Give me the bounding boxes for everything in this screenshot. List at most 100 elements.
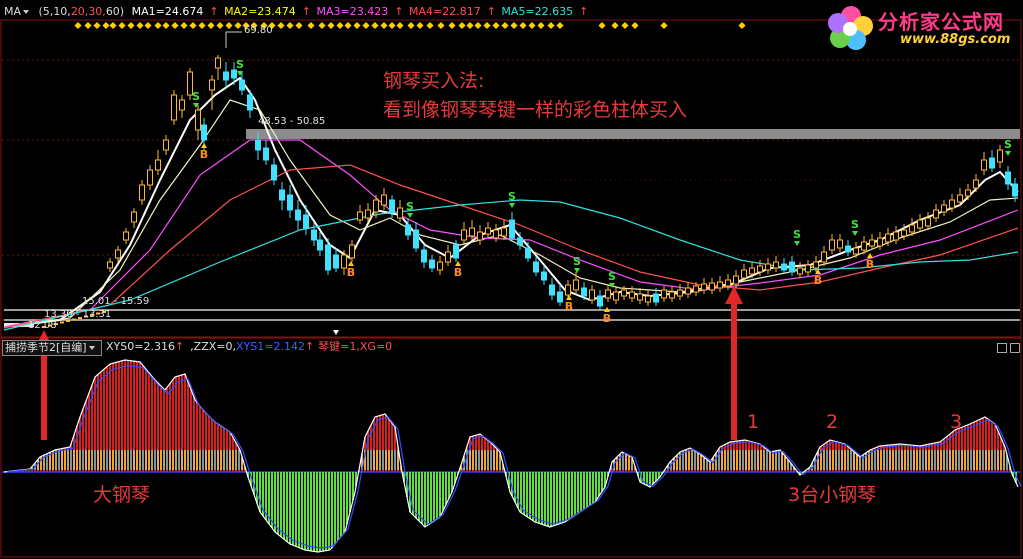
candle-body	[421, 249, 427, 263]
chevron-down-icon[interactable]	[88, 345, 95, 350]
candle-body	[311, 229, 317, 241]
candle-body	[445, 251, 451, 263]
candle-body	[541, 271, 547, 281]
candle-body	[1005, 171, 1011, 185]
candle-body	[341, 254, 347, 269]
buy-signal: B	[347, 266, 355, 279]
candle-body	[397, 207, 403, 219]
main-indicator-header: MA (5,10,20,30,60) MA1=24.674 ↑ MA2=23.47…	[4, 4, 594, 20]
signal-diamond	[74, 21, 82, 30]
arrow-small-piano	[731, 300, 737, 440]
signal-diamond	[547, 21, 555, 30]
candle-body	[877, 237, 883, 247]
chart-canvas[interactable]: S S S S S S S S S B B B B B B B	[0, 0, 1023, 559]
candle-body	[813, 261, 819, 269]
chevron-down-icon[interactable]	[23, 9, 30, 14]
signal-diamond	[426, 21, 434, 30]
candle-body	[405, 224, 411, 236]
candle-body	[147, 169, 153, 186]
signal-diamond	[225, 21, 233, 30]
signal-diamond	[189, 21, 197, 30]
sub-indicator-selector[interactable]: 捕捞季节2[自编]	[2, 340, 102, 356]
candle-body	[179, 99, 185, 111]
candle-body	[749, 267, 755, 275]
signal-diamond	[458, 21, 466, 30]
high-marker	[225, 31, 242, 48]
candle-body	[805, 264, 811, 273]
signal-diamond	[501, 21, 509, 30]
candle-body	[209, 79, 215, 91]
signal-diamond	[407, 21, 415, 30]
candle-body	[223, 71, 229, 81]
signal-diamond	[318, 21, 326, 30]
candle-body	[933, 209, 939, 219]
signal-diamond	[598, 21, 606, 30]
candle-body	[525, 247, 531, 259]
buy-arrow-icon	[348, 261, 354, 266]
candle-body	[693, 285, 699, 293]
signal-diamond	[84, 21, 92, 30]
candle-body	[1012, 183, 1018, 197]
candle-body	[997, 149, 1003, 163]
zzx-value: ,ZZX=0,	[190, 340, 236, 353]
candle-body	[917, 219, 923, 229]
logo-url: www.88gs.com	[900, 32, 1011, 47]
buy-arrow-icon	[201, 143, 207, 148]
candle-body	[469, 227, 475, 237]
candle-body	[389, 199, 395, 213]
candle-body	[66, 320, 70, 322]
buy-signal: B	[814, 274, 822, 287]
candle-body	[295, 209, 301, 221]
maximize-icon[interactable]	[997, 343, 1007, 353]
candle-body	[557, 291, 563, 303]
candle-body	[317, 239, 323, 251]
ma-params: (5,10,20,30,60)	[39, 5, 125, 18]
indicator-name[interactable]: MA	[4, 5, 21, 18]
candle-body	[279, 189, 285, 201]
candle-body	[653, 293, 659, 303]
sell-arrow-icon	[852, 231, 858, 236]
sell-arrow-icon	[794, 241, 800, 246]
ma2-value: MA2=23.474	[224, 5, 296, 18]
candle-body	[60, 321, 64, 324]
signal-diamond	[510, 21, 518, 30]
signal-diamond	[437, 21, 445, 30]
candle-body	[263, 147, 269, 161]
site-logo: 分析家公式网 www.88gs.com	[826, 4, 1016, 50]
candle-body	[885, 233, 891, 243]
signal-diamond	[207, 21, 215, 30]
candle-body	[131, 211, 137, 223]
candle-body	[115, 249, 121, 259]
xys1-value: XYS1=2.142	[236, 340, 305, 353]
candle-body	[861, 241, 867, 251]
candle-body	[123, 231, 129, 241]
candle-body	[533, 261, 539, 273]
restore-icon[interactable]	[1010, 343, 1020, 353]
candle-body	[239, 79, 245, 91]
candle-body	[765, 263, 771, 271]
sell-arrow-icon	[509, 203, 515, 208]
arrow-up-icon: ↑	[304, 340, 315, 353]
annotation-big-piano: 大钢琴	[93, 484, 151, 506]
candle-body	[717, 281, 723, 289]
sell-signal: S	[1004, 138, 1012, 151]
signal-diamond	[353, 21, 361, 30]
arrow-up-icon: ↑	[174, 340, 185, 353]
candle-body	[565, 284, 571, 296]
signal-diamond	[474, 21, 482, 30]
candle-body	[107, 261, 113, 269]
signal-diamond	[144, 21, 152, 30]
param-5: (5,	[38, 5, 54, 18]
buy-signal: B	[866, 258, 874, 271]
candle-body	[709, 282, 715, 291]
xys0-value: XYS0=2.316	[106, 340, 175, 353]
candle-body	[645, 295, 651, 303]
signal-diamond	[528, 21, 536, 30]
signal-diamond	[307, 21, 315, 30]
candle-body	[613, 291, 619, 301]
candle-body	[287, 194, 293, 211]
annotation-small-pianos: 3台小钢琴	[788, 484, 877, 506]
arrow-up-icon: ↑	[486, 5, 496, 18]
candle-body	[437, 261, 443, 271]
signal-diamond	[537, 21, 545, 30]
